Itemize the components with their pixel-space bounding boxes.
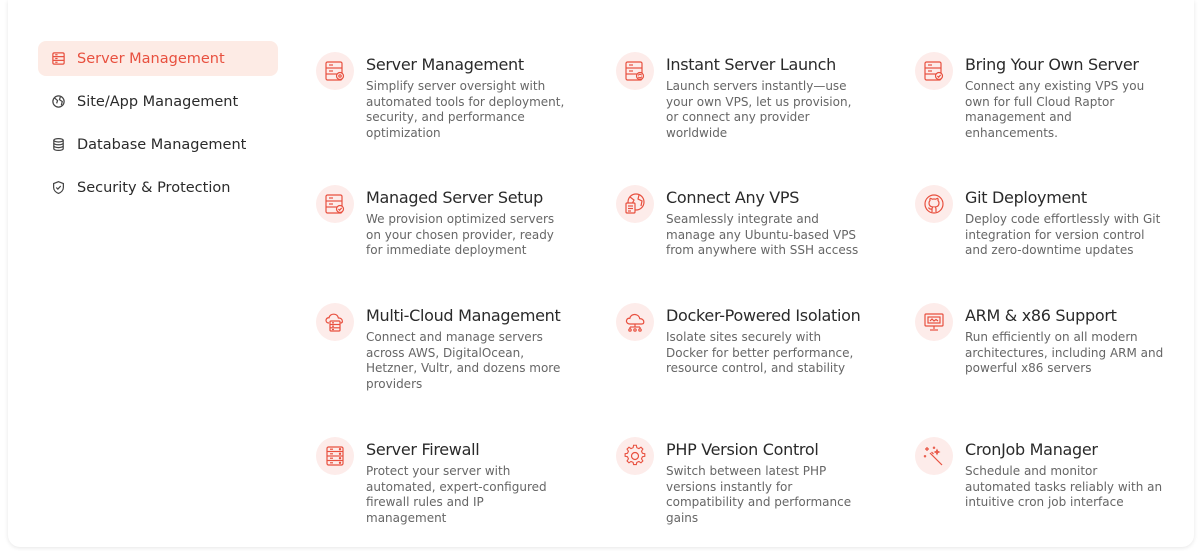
feature-description: Connect any existing VPS you own for ful… [965,79,1145,140]
feature-description: Connect and manage servers across AWS, D… [366,330,561,391]
shield-icon [50,180,66,196]
sidebar-item-label: Site/App Management [77,93,239,110]
cloud-server-icon [316,303,354,341]
server-icon [50,51,66,67]
monitor-icon [915,303,953,341]
sidebar-item-server-management[interactable]: Server Management [38,41,278,76]
feature-title: Docker-Powered Isolation [666,306,861,325]
sidebar-item-label: Database Management [77,136,247,153]
database-icon [50,137,66,153]
feature-description: Run efficiently on all modern architectu… [965,330,1164,375]
feature-description: Seamlessly integrate and manage any Ubun… [666,212,859,257]
feature-title: CronJob Manager [965,440,1098,459]
feature-description: We provision optimized servers on your c… [366,212,555,257]
sidebar-item-label: Security & Protection [77,179,231,196]
sidebar-item-label: Server Management [77,50,225,67]
github-icon [915,185,953,223]
feature-title: Managed Server Setup [366,188,543,207]
cloud-network-icon [616,303,654,341]
magic-wand-icon [915,437,953,475]
feature-title: Server Firewall [366,440,480,459]
feature-description: Protect your server with automated, expe… [366,464,547,525]
server-check-icon [915,52,953,90]
sidebar-item-site-app-management[interactable]: Site/App Management [38,84,278,119]
feature-description: Schedule and monitor automated tasks rel… [965,464,1163,509]
feature-title: Server Management [366,55,524,74]
feature-title: Connect Any VPS [666,188,800,207]
feature-description: Simplify server oversight with automated… [366,79,565,140]
server-refresh-icon [616,52,654,90]
feature-title: Git Deployment [965,188,1087,207]
feature-title: Instant Server Launch [666,55,836,74]
server-firewall-icon [316,437,354,475]
feature-description: Isolate sites securely with Docker for b… [666,330,854,375]
server-check-icon [316,185,354,223]
sidebar-item-database-management[interactable]: Database Management [38,127,278,162]
category-sidebar: Server Management Site/App Management Da… [38,41,278,213]
feature-title: PHP Version Control [666,440,819,459]
feature-description: Deploy code effortlessly with Git integr… [965,212,1161,257]
gear-icon [616,437,654,475]
globe-icon [50,94,66,110]
feature-title: Multi-Cloud Management [366,306,561,325]
feature-title: Bring Your Own Server [965,55,1139,74]
feature-description: Launch servers instantly—use your own VP… [666,79,852,140]
server-settings-icon [316,52,354,90]
globe-doc-icon [616,185,654,223]
sidebar-item-security-protection[interactable]: Security & Protection [38,170,278,205]
feature-description: Switch between latest PHP versions insta… [666,464,852,525]
feature-title: ARM & x86 Support [965,306,1117,325]
